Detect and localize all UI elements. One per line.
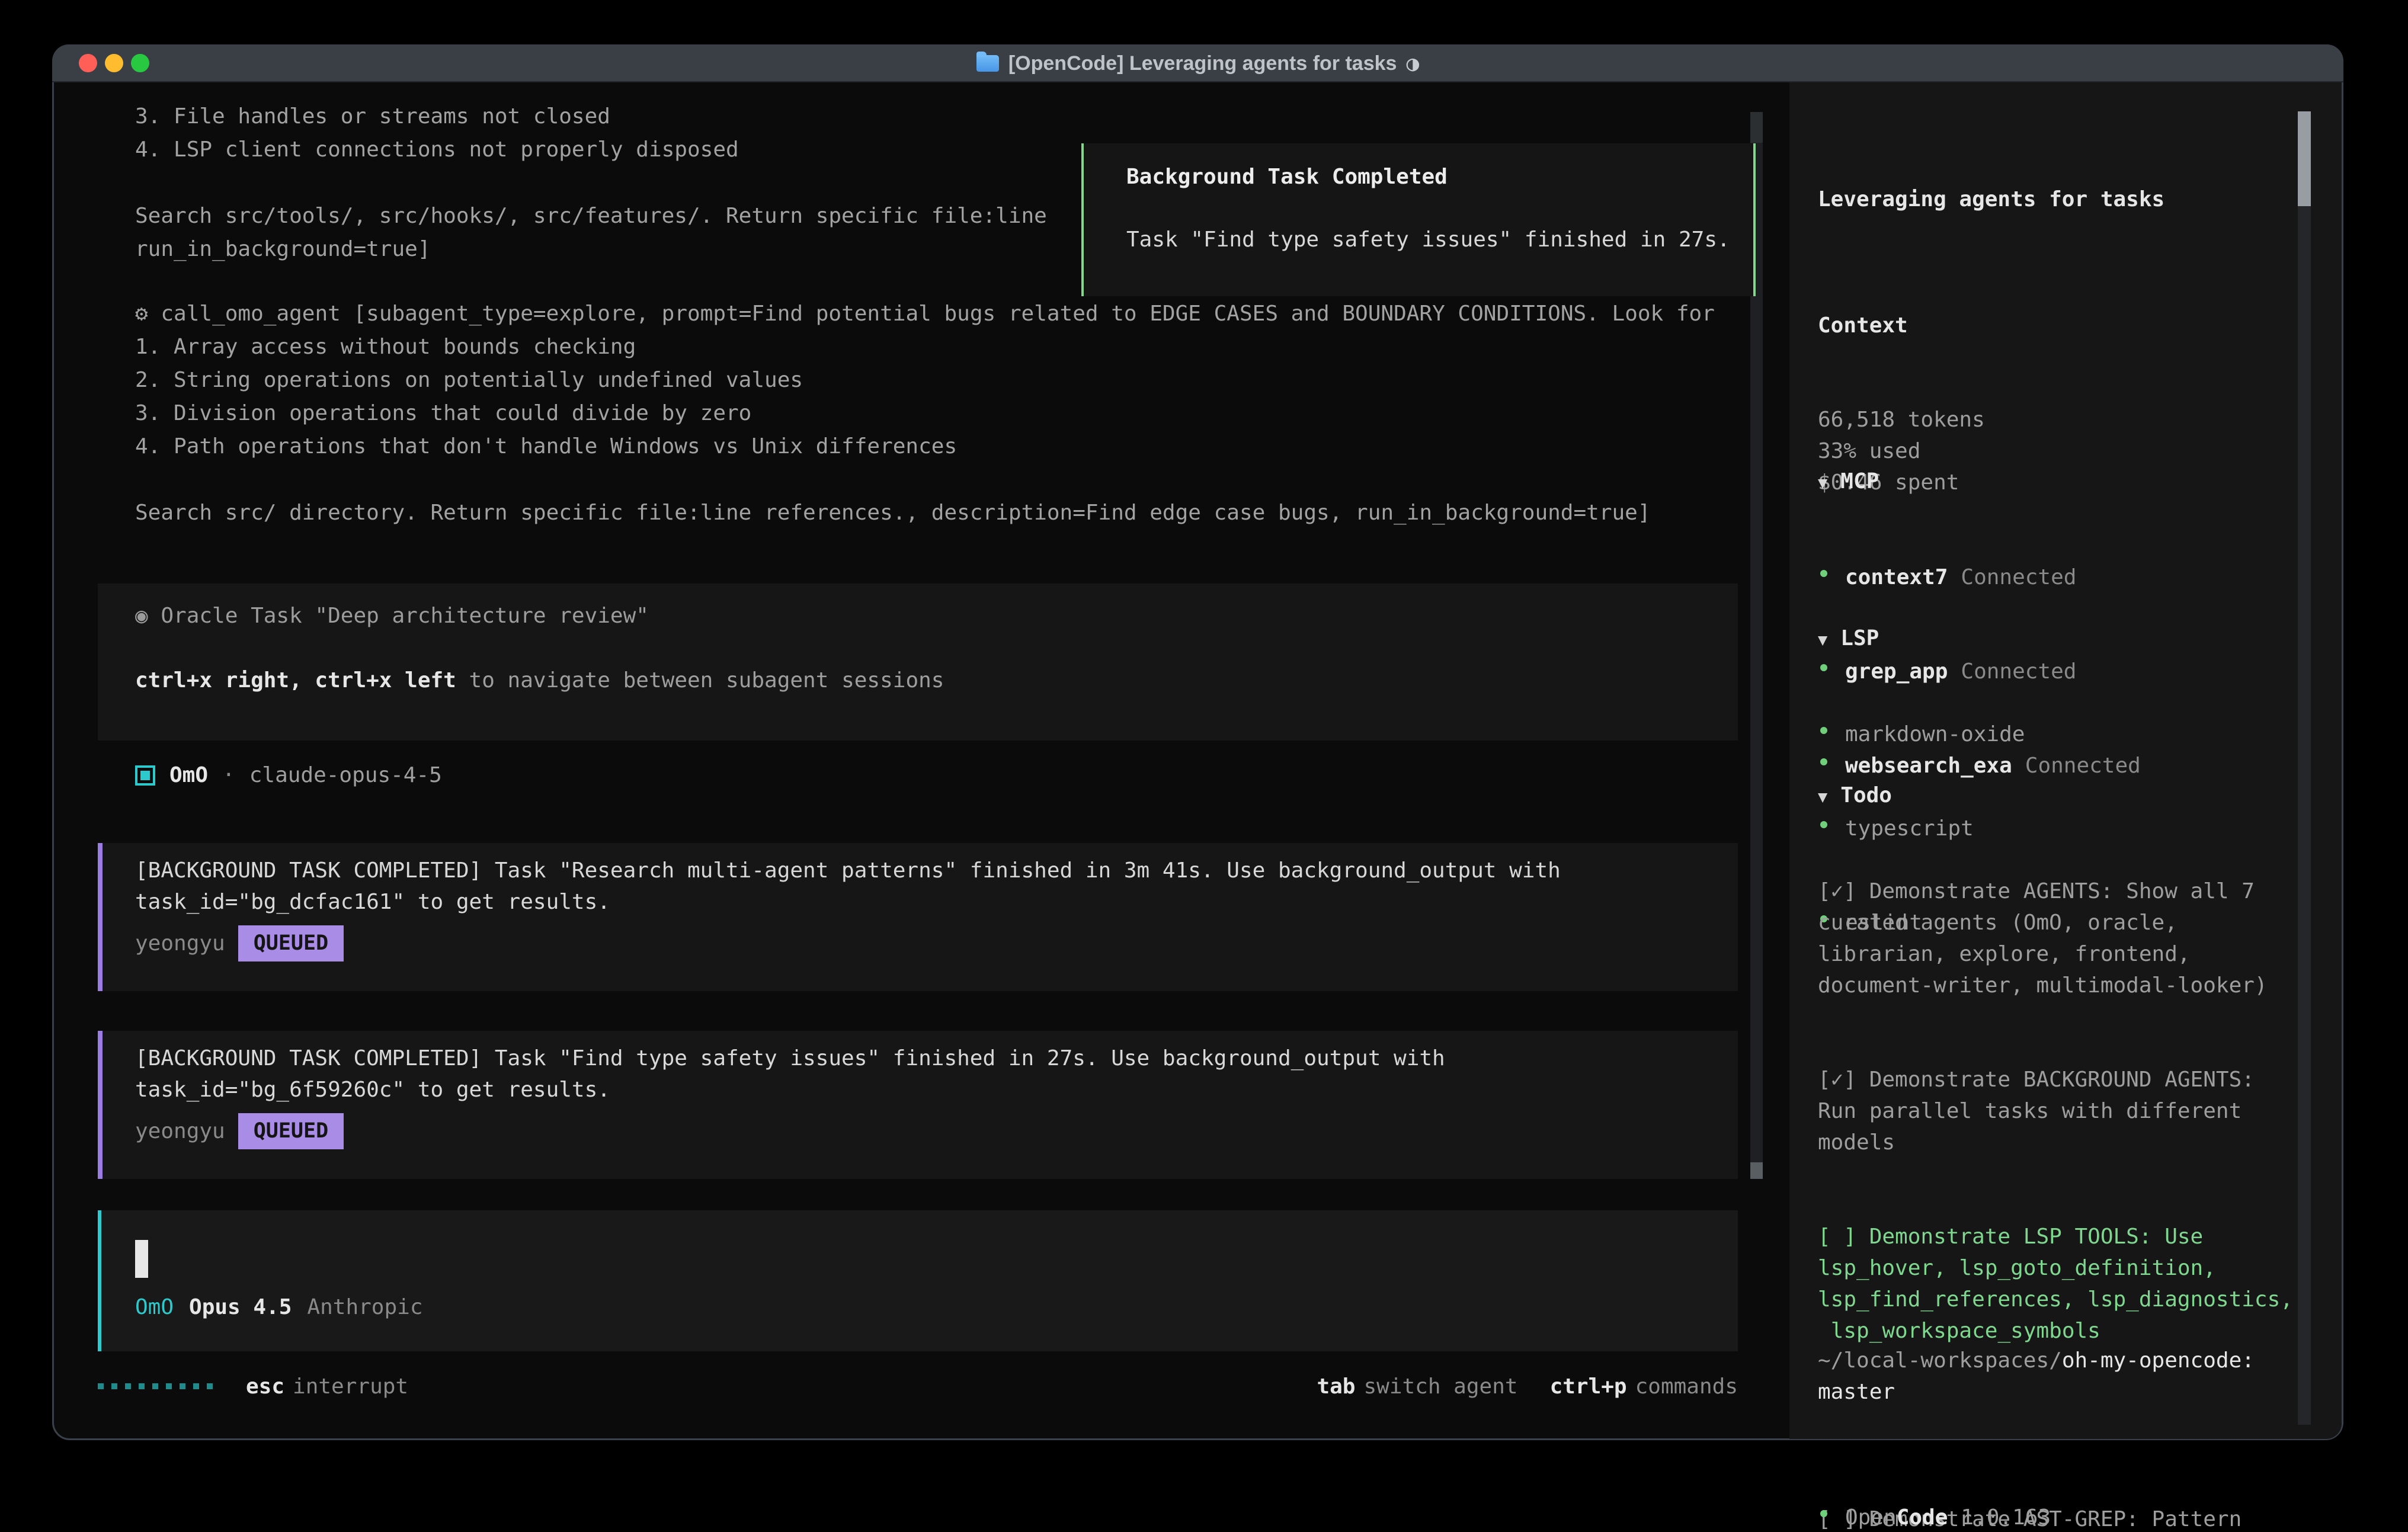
task-result-box: [BACKGROUND TASK COMPLETED] Task "Resear… — [98, 843, 1738, 991]
task-user: yeongyu — [135, 928, 225, 959]
lsp-header-label: LSP — [1840, 623, 1879, 654]
status-dot-icon — [1820, 1510, 1827, 1517]
session-title: Leveraging agents for tasks — [1818, 184, 2316, 215]
input-model-row: OmO Opus 4.5 Anthropic — [135, 1295, 423, 1319]
sidebar-scrollbar-thumb[interactable] — [2298, 111, 2311, 206]
task-meta-row: yeongyu QUEUED — [135, 925, 1714, 961]
chevron-down-icon: ▼ — [1818, 467, 1827, 499]
input-provider: Anthropic — [307, 1295, 422, 1319]
task-user: yeongyu — [135, 1116, 225, 1147]
scrollback-text: 3. File handles or streams not closed 4.… — [135, 100, 1047, 266]
spinner-dots — [98, 1383, 213, 1389]
ctrlp-key-hint: ctrl+p — [1550, 1374, 1627, 1399]
half-circle-status-icon: ◑ — [1406, 52, 1419, 76]
tab-key-label: switch agent — [1363, 1374, 1517, 1399]
chevron-down-icon: ▼ — [1818, 624, 1827, 656]
hint-keys: ctrl+x right, ctrl+x left — [135, 668, 456, 693]
mcp-header-label: MCP — [1840, 466, 1879, 497]
status-badge: QUEUED — [238, 925, 344, 961]
todo-item-active: [ ] Demonstrate LSP TOOLS: Use lsp_hover… — [1818, 1221, 2316, 1347]
opencode-version-row: OpenCode 1.0.163 — [1818, 1439, 2316, 1532]
separator-dot: · — [222, 763, 235, 787]
agent-model: claude-opus-4-5 — [249, 763, 442, 787]
workspace-path: ~/local-workspaces/oh-my-opencode: master — [1818, 1345, 2316, 1408]
titlebar: [OpenCode] Leveraging agents for tasks ◑ — [52, 44, 2343, 82]
prompt-input[interactable]: OmO Opus 4.5 Anthropic — [98, 1210, 1738, 1351]
task-result-text: [BACKGROUND TASK COMPLETED] Task "Resear… — [135, 855, 1714, 918]
toast-body: Task "Find type safety issues" finished … — [1126, 227, 1730, 252]
workspace-branch: master — [1818, 1380, 1895, 1404]
brand-suffix: Code — [1897, 1505, 1948, 1530]
window-title-row: [OpenCode] Leveraging agents for tasks ◑ — [52, 44, 2343, 82]
tool-call-rest: 1. Array access without bounds checking … — [135, 331, 1651, 530]
workspace-prefix: ~/local-workspaces/ — [1818, 1348, 2062, 1373]
todo-header-label: Todo — [1840, 780, 1892, 811]
oracle-task-line: ◉ Oracle Task "Deep architecture review" — [135, 604, 649, 628]
tab-key-hint: tab — [1317, 1374, 1355, 1399]
tool-call-first-line: call_omo_agent [subagent_type=explore, p… — [161, 302, 1715, 326]
input-model-name: Opus 4.5 — [189, 1295, 292, 1319]
oracle-hint-line: ctrl+x right, ctrl+x left to navigate be… — [135, 668, 944, 693]
task-result-text: [BACKGROUND TASK COMPLETED] Task "Find t… — [135, 1043, 1714, 1105]
todo-item-done: [✓] Demonstrate BACKGROUND AGENTS: Run p… — [1818, 1064, 2316, 1158]
toast-title: Background Task Completed — [1126, 165, 1448, 189]
agent-header: OmO · claude-opus-4-5 — [135, 763, 442, 787]
task-meta-row: yeongyu QUEUED — [135, 1113, 1714, 1149]
esc-key-hint: esc — [246, 1374, 284, 1399]
workspace-repo: oh-my-opencode: — [2062, 1348, 2255, 1373]
version-number: 1.0.163 — [1961, 1505, 2051, 1530]
context-header: Context — [1818, 310, 2316, 341]
screenshot-root: [OpenCode] Leveraging agents for tasks ◑… — [0, 0, 2408, 1532]
oracle-task-box: ◉ Oracle Task "Deep architecture review"… — [98, 584, 1738, 741]
ctrlp-key-label: commands — [1635, 1374, 1738, 1399]
document-icon — [976, 55, 999, 72]
esc-key-label: interrupt — [293, 1374, 408, 1399]
agent-name: OmO — [169, 763, 208, 787]
todo-header[interactable]: ▼ Todo — [1818, 780, 2316, 813]
window-title: [OpenCode] Leveraging agents for tasks — [1008, 52, 1397, 75]
status-badge: QUEUED — [238, 1113, 344, 1149]
text-cursor — [135, 1240, 148, 1278]
chevron-down-icon: ▼ — [1818, 781, 1827, 813]
status-bar-right: tab switch agent ctrl+p commands — [1317, 1374, 1738, 1399]
task-result-box: [BACKGROUND TASK COMPLETED] Task "Find t… — [98, 1031, 1738, 1179]
main-scrollbar-thumb[interactable] — [1750, 1162, 1763, 1179]
todo-section: ▼ Todo [✓] Demonstrate AGENTS: Show all 7… — [1818, 717, 2316, 1532]
status-bar: esc interrupt tab switch agent ctrl+p co… — [98, 1366, 1738, 1407]
sidebar: Leveraging agents for tasks Context 66,5… — [1789, 82, 2342, 1439]
hint-text: to navigate between subagent sessions — [456, 668, 944, 693]
agent-icon — [135, 765, 155, 786]
input-agent-name: OmO — [135, 1295, 174, 1319]
tool-call-block: ⚙ call_omo_agent [subagent_type=explore,… — [135, 297, 1715, 331]
lsp-header[interactable]: ▼ LSP — [1818, 623, 2316, 656]
brand-prefix: Open — [1845, 1505, 1897, 1530]
gear-icon: ⚙ — [135, 302, 148, 326]
main-scrollbar-top-segment — [1750, 112, 1763, 143]
background-task-toast: Background Task Completed Task "Find typ… — [1081, 143, 1756, 296]
sidebar-scrollbar[interactable] — [2298, 111, 2311, 1425]
mcp-header[interactable]: ▼ MCP — [1818, 466, 2316, 499]
todo-item-done: [✓] Demonstrate AGENTS: Show all 7 curat… — [1818, 876, 2316, 1001]
